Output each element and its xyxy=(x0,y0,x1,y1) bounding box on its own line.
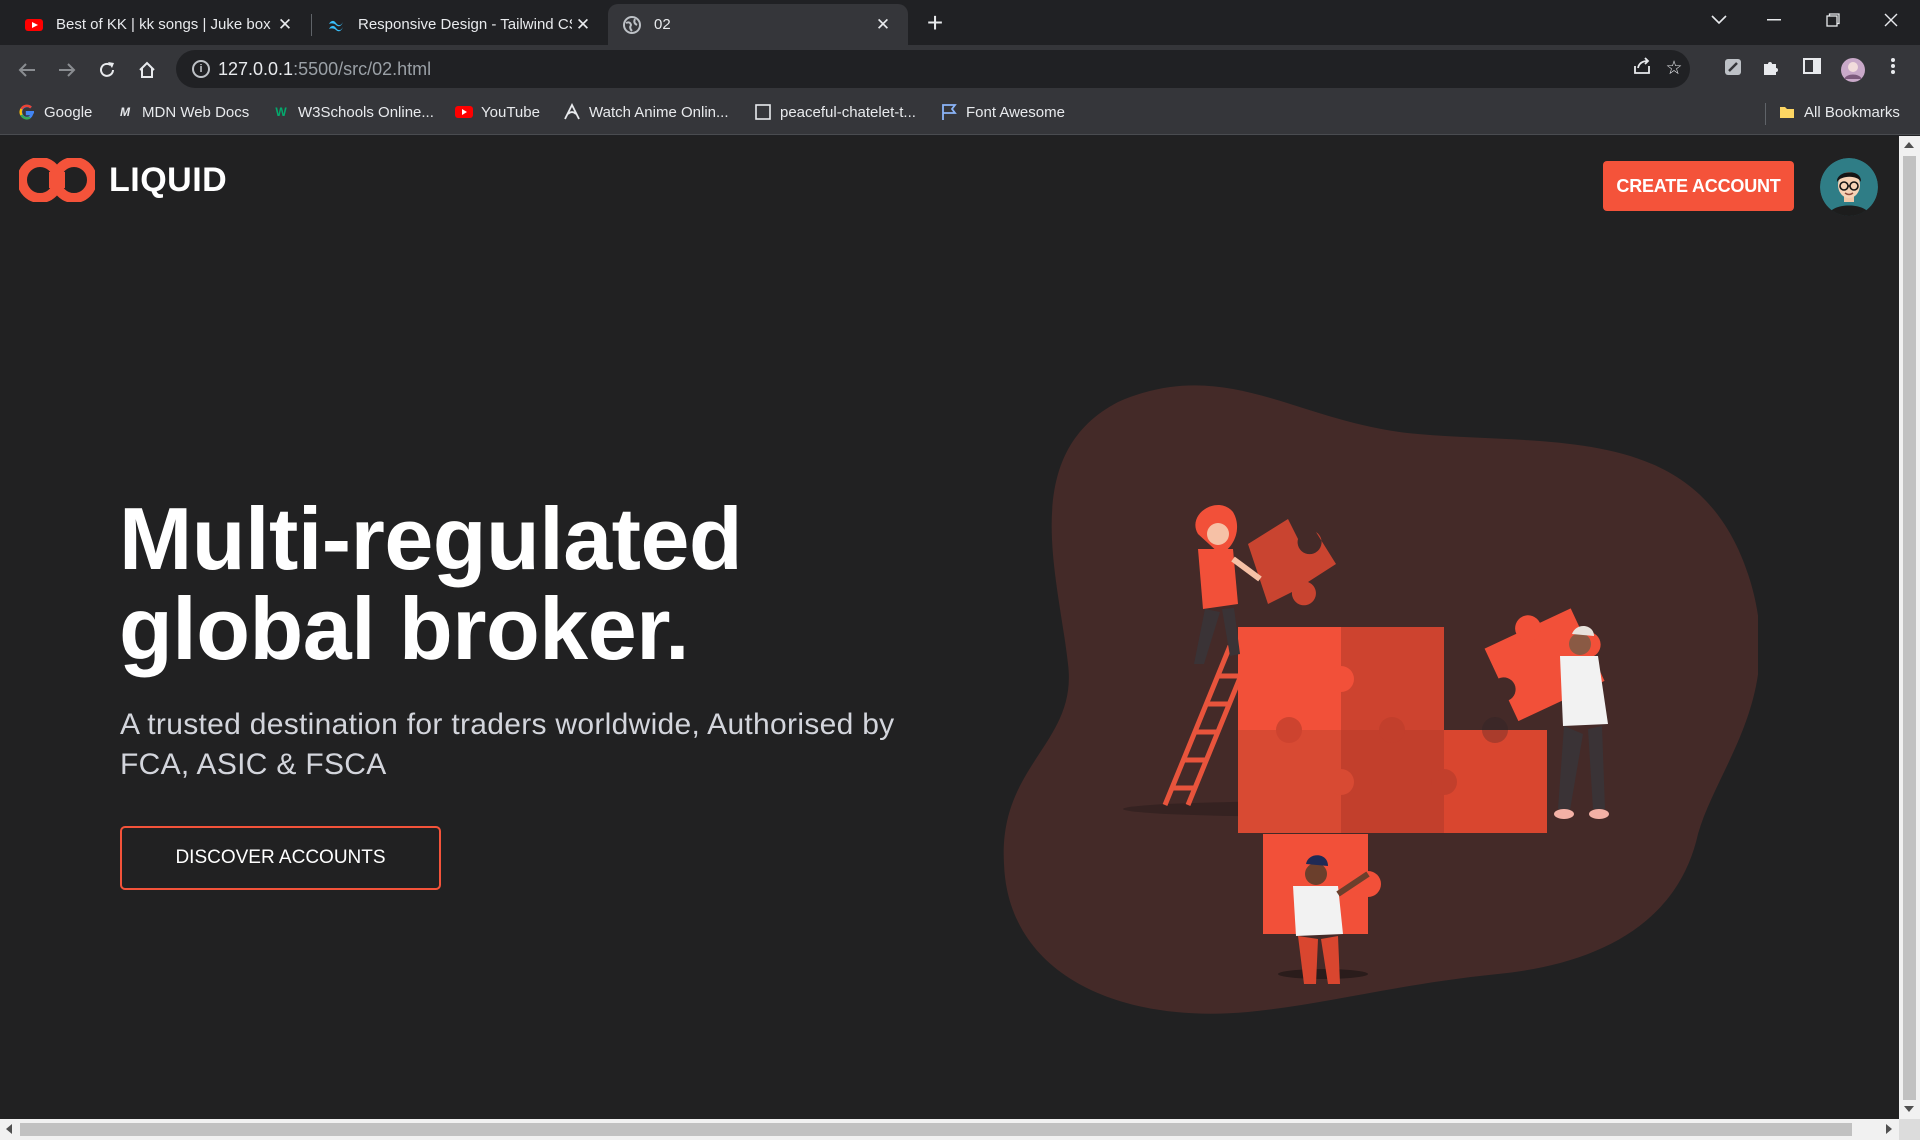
create-account-button[interactable]: CREATE ACCOUNT xyxy=(1603,161,1794,211)
browser-tab-3[interactable]: 02 ✕ xyxy=(608,4,908,45)
hero-subtitle: A trusted destination for traders worldw… xyxy=(120,708,895,781)
bookmark-google[interactable]: Google xyxy=(18,103,92,121)
home-icon xyxy=(139,61,155,78)
url-host: 127.0.0.1 xyxy=(218,59,294,79)
arrow-right-icon xyxy=(59,63,76,77)
page-icon xyxy=(755,104,771,120)
bookmark-label: Watch Anime Onlin... xyxy=(589,103,729,121)
profile-avatar-icon[interactable] xyxy=(1840,57,1866,82)
globe-icon xyxy=(623,15,641,34)
w3schools-icon: W xyxy=(275,105,287,119)
discover-accounts-button[interactable]: DISCOVER ACCOUNTS xyxy=(120,826,441,890)
close-window-button[interactable] xyxy=(1862,0,1920,40)
bookmark-label: MDN Web Docs xyxy=(142,103,250,121)
restore-button[interactable] xyxy=(1804,0,1862,40)
share-icon[interactable] xyxy=(1630,57,1654,81)
horizontal-scrollbar[interactable] xyxy=(0,1119,1899,1140)
address-bar[interactable]: i 127.0.0.1:5500/src/02.html ☆ xyxy=(176,50,1690,88)
bookmark-label: Google xyxy=(44,103,93,121)
minimize-icon xyxy=(1767,19,1781,21)
restore-icon xyxy=(1826,13,1840,27)
browser-tab-2[interactable]: Responsive Design - Tailwind CSS ✕ xyxy=(312,4,608,45)
horizontal-scroll-thumb[interactable] xyxy=(20,1123,1852,1136)
forward-button[interactable] xyxy=(51,54,83,86)
infinity-logo-icon xyxy=(19,158,95,202)
extension-icon[interactable] xyxy=(1720,57,1746,81)
bookmark-separator xyxy=(1765,103,1766,125)
user-avatar-icon xyxy=(1820,158,1878,216)
all-bookmarks-label: All Bookmarks xyxy=(1804,103,1900,121)
bookmark-star-icon[interactable]: ☆ xyxy=(1662,57,1686,81)
vertical-scroll-thumb[interactable] xyxy=(1903,156,1916,1100)
hero-title-line-1: Multi-regulated xyxy=(119,489,743,588)
chevron-down-icon xyxy=(1711,15,1727,25)
scroll-down-icon[interactable] xyxy=(1904,1106,1914,1112)
back-button[interactable] xyxy=(11,54,43,86)
browser-tab-1[interactable]: Best of KK | kk songs | Juke box | ✕ xyxy=(10,4,310,45)
browser-toolbar: i 127.0.0.1:5500/src/02.html ☆ xyxy=(0,45,1920,93)
tab-search-button[interactable] xyxy=(1690,0,1748,40)
tailwind-icon xyxy=(329,20,343,31)
scrollbar-corner xyxy=(1899,1119,1920,1140)
bookmark-youtube[interactable]: YouTube xyxy=(455,103,540,121)
page-viewport: LIQUID CREATE ACCOUNT Multi-regulated gl… xyxy=(0,136,1899,1119)
url-path: :5500/src/02.html xyxy=(293,59,432,79)
reload-button[interactable] xyxy=(91,54,123,86)
hero-title-line-2: global broker. xyxy=(119,579,690,678)
vertical-scrollbar[interactable] xyxy=(1899,136,1920,1119)
tab-title: 02 xyxy=(654,16,671,33)
bookmark-mdn[interactable]: M MDN Web Docs xyxy=(116,103,249,121)
puzzle-extensions-icon[interactable] xyxy=(1758,57,1784,81)
all-bookmarks-button[interactable]: All Bookmarks xyxy=(1778,103,1900,121)
bookmark-peaceful-chatelet[interactable]: peaceful-chatelet-t... xyxy=(754,103,916,121)
bookmark-anime[interactable]: Watch Anime Onlin... xyxy=(563,103,729,121)
reload-icon xyxy=(100,62,114,77)
new-tab-button[interactable]: + xyxy=(920,9,950,39)
youtube-icon xyxy=(455,106,473,118)
more-menu-icon[interactable] xyxy=(1880,57,1906,81)
bookmark-label: W3Schools Online... xyxy=(298,103,434,121)
tab-title: Responsive Design - Tailwind CSS xyxy=(358,16,572,33)
bookmark-font-awesome[interactable]: Font Awesome xyxy=(940,103,1065,121)
close-tab-icon[interactable]: ✕ xyxy=(872,14,894,36)
close-tab-icon[interactable]: ✕ xyxy=(572,14,594,36)
close-tab-icon[interactable]: ✕ xyxy=(274,14,296,36)
tab-title: Best of KK | kk songs | Juke box | xyxy=(56,16,274,33)
hero-title: Multi-regulated global broker. xyxy=(119,494,1019,674)
bookmark-label: peaceful-chatelet-t... xyxy=(780,103,916,121)
site-logo[interactable]: LIQUID xyxy=(19,158,227,202)
folder-icon xyxy=(1780,107,1794,118)
google-icon xyxy=(19,104,34,120)
url-text[interactable]: 127.0.0.1:5500/src/02.html xyxy=(218,59,431,80)
side-panel-icon[interactable] xyxy=(1799,57,1825,81)
close-icon xyxy=(1884,13,1898,27)
scroll-right-icon[interactable] xyxy=(1886,1124,1892,1134)
bookmarks-bar: Google M MDN Web Docs W W3Schools Online… xyxy=(0,93,1920,135)
flag-icon xyxy=(942,104,957,120)
youtube-icon xyxy=(25,18,43,31)
scroll-up-icon[interactable] xyxy=(1904,142,1914,148)
brand-name: LIQUID xyxy=(109,160,228,199)
bookmark-label: Font Awesome xyxy=(966,103,1065,121)
info-icon[interactable]: i xyxy=(192,60,210,78)
anime-icon xyxy=(564,103,580,120)
arrow-left-icon xyxy=(18,63,35,77)
avatar[interactable] xyxy=(1820,158,1878,216)
browser-tab-strip: Best of KK | kk songs | Juke box | ✕ Res… xyxy=(0,0,1920,45)
bookmark-label: YouTube xyxy=(481,103,540,121)
bookmark-w3schools[interactable]: W W3Schools Online... xyxy=(272,103,434,121)
scroll-left-icon[interactable] xyxy=(6,1124,12,1134)
minimize-button[interactable] xyxy=(1745,0,1803,40)
home-button[interactable] xyxy=(131,54,163,86)
puzzle-teamwork-illustration xyxy=(1003,385,1758,1014)
mdn-icon: M xyxy=(120,105,130,119)
